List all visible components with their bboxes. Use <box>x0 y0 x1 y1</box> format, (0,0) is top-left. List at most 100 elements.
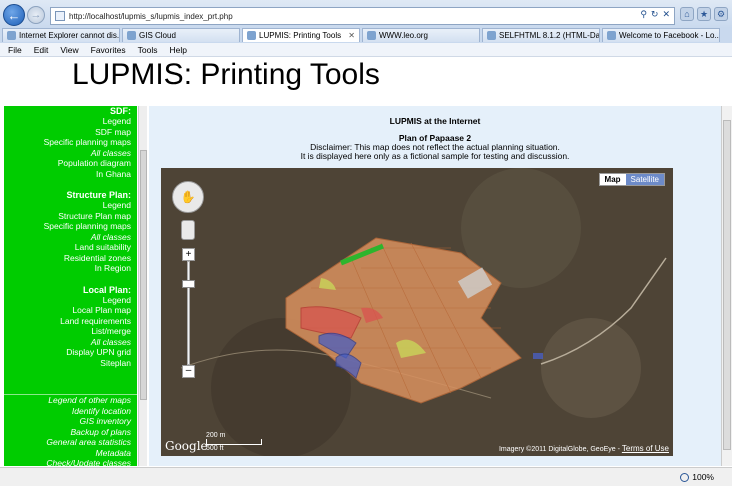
zoom-in-button[interactable]: + <box>182 248 195 261</box>
search-icon[interactable]: ⚲ <box>640 9 647 20</box>
refresh-icon[interactable]: ↻ <box>651 9 659 20</box>
sidebar-scrollbar[interactable] <box>138 106 147 466</box>
sidebar-item-legend-other[interactable]: Legend of other maps <box>4 395 137 406</box>
zoom-slider-track[interactable] <box>187 261 190 365</box>
stop-icon[interactable]: ✕ <box>662 9 670 20</box>
favorites-star-icon[interactable]: ★ <box>697 7 711 21</box>
forward-button[interactable]: → <box>27 6 45 24</box>
tab-favicon-icon <box>127 31 136 40</box>
menu-favorites[interactable]: Favorites <box>91 45 126 55</box>
menu-edit[interactable]: Edit <box>34 45 49 55</box>
url-text: http://localhost/lupmis_s/lupmis_index_p… <box>69 11 233 21</box>
tab-favicon-icon <box>367 31 376 40</box>
sidebar-item-in-region[interactable]: In Region <box>4 263 137 274</box>
sidebar-section-structure: Structure Plan: <box>66 190 131 200</box>
attribution-text: Imagery ©2011 DigitalGlobe, GeoEye - <box>498 446 622 453</box>
terrain-patch <box>541 318 641 418</box>
sidebar-section-sdf: SDF: <box>110 106 131 116</box>
sidebar-item-sdf-legend[interactable]: Legend <box>4 116 137 127</box>
tab-bar: Internet Explorer cannot dis... GIS Clou… <box>0 28 732 43</box>
menu-file[interactable]: File <box>8 45 22 55</box>
sidebar-item-sdf-population[interactable]: Population diagram <box>4 158 137 169</box>
sidebar-item-structure-legend[interactable]: Legend <box>4 200 137 211</box>
sidebar-item-land-suitability[interactable]: Land suitability <box>4 242 137 253</box>
tab-leo[interactable]: WWW.leo.org <box>362 28 480 42</box>
address-bar[interactable]: http://localhost/lupmis_s/lupmis_index_p… <box>50 7 675 25</box>
zoom-slider-thumb[interactable] <box>182 280 195 288</box>
scrollbar-thumb[interactable] <box>723 120 731 450</box>
page-icon <box>55 11 65 21</box>
map-type-satellite-button[interactable]: Satellite <box>625 174 664 185</box>
hand-icon: ✋ <box>180 190 196 204</box>
sidebar-item-sdf-specific-maps[interactable]: Specific planning maps <box>4 137 137 148</box>
google-logo: Google <box>165 439 208 453</box>
sidebar-item-local-map[interactable]: Local Plan map <box>4 305 137 316</box>
home-icon[interactable]: ⌂ <box>680 7 694 21</box>
sidebar: SDF: Legend SDF map Specific planning ma… <box>4 106 137 466</box>
scale-feet: 500 ft <box>206 445 224 452</box>
sidebar-item-residential-zones[interactable]: Residential zones <box>4 253 137 264</box>
terms-of-use-link[interactable]: Terms of Use <box>622 444 669 453</box>
sidebar-item-land-requirements[interactable]: Land requirements <box>4 316 137 327</box>
zoom-level[interactable]: 100% <box>680 472 714 482</box>
tab-favicon-icon <box>487 31 496 40</box>
map-view[interactable]: Map Satellite ✋ + – Google 200 m 500 ft … <box>161 168 673 456</box>
sidebar-item-structure-all-classes[interactable]: All classes <box>4 232 137 243</box>
menu-help[interactable]: Help <box>169 45 186 55</box>
address-tools: ⚲ ↻ ✕ <box>640 9 670 20</box>
zoom-out-button[interactable]: – <box>182 365 195 378</box>
status-bar: 100% <box>0 467 732 486</box>
menu-view[interactable]: View <box>60 45 78 55</box>
sidebar-item-identify-location[interactable]: Identify location <box>4 406 137 417</box>
sidebar-item-structure-map[interactable]: Structure Plan map <box>4 211 137 222</box>
sidebar-section-local: Local Plan: <box>82 284 131 295</box>
menu-bar: File Edit View Favorites Tools Help <box>0 43 732 57</box>
disclaimer-line-2: It is displayed here only as a fictional… <box>300 151 570 161</box>
tab-lupmis[interactable]: LUPMIS: Printing Tools ✕ <box>242 28 360 42</box>
magnifier-icon <box>680 472 690 482</box>
tab-gis-cloud[interactable]: GIS Cloud <box>122 28 240 42</box>
pan-control[interactable]: ✋ <box>172 181 204 213</box>
sidebar-item-local-all-classes[interactable]: All classes <box>4 337 137 348</box>
chrome-icons: ⌂ ★ ⚙ <box>680 7 728 21</box>
gear-icon[interactable]: ⚙ <box>714 7 728 21</box>
sidebar-item-sdf-map[interactable]: SDF map <box>4 127 137 138</box>
map-type-control: Map Satellite <box>598 173 665 186</box>
sidebar-item-sdf-in-ghana[interactable]: In Ghana <box>4 169 137 180</box>
scale-meters: 200 m <box>206 432 226 439</box>
tab-facebook[interactable]: Welcome to Facebook - Lo... <box>602 28 720 42</box>
map-attribution: Imagery ©2011 DigitalGlobe, GeoEye - Ter… <box>499 444 669 453</box>
sidebar-item-check-classes[interactable]: Check/Update classes <box>4 458 137 466</box>
main-content: LUPMIS at the Internet Plan of Papaase 2… <box>149 106 721 466</box>
tab-close-icon[interactable]: ✕ <box>348 31 355 40</box>
map-imagery <box>161 168 673 456</box>
tab-favicon-icon <box>7 31 16 40</box>
sidebar-item-structure-specific-maps[interactable]: Specific planning maps <box>4 221 137 232</box>
browser-nav-bar: ← → http://localhost/lupmis_s/lupmis_ind… <box>0 0 732 28</box>
sidebar-item-metadata[interactable]: Metadata <box>4 448 137 459</box>
sidebar-item-area-statistics[interactable]: General area statistics <box>4 437 137 448</box>
scale-bar: 200 m 500 ft <box>206 432 262 452</box>
back-button[interactable]: ← <box>3 4 25 26</box>
pegman-icon[interactable] <box>181 220 195 240</box>
sidebar-item-local-legend[interactable]: Legend <box>4 295 137 306</box>
sidebar-item-sdf-all-classes[interactable]: All classes <box>4 148 137 159</box>
tab-ie-error[interactable]: Internet Explorer cannot dis... <box>2 28 120 42</box>
blue-marker <box>533 353 543 359</box>
main-scrollbar[interactable] <box>721 106 732 466</box>
sidebar-item-upn-grid[interactable]: Display UPN grid <box>4 347 137 358</box>
sidebar-item-backup[interactable]: Backup of plans <box>4 427 137 438</box>
tab-selfhtml[interactable]: SELFHTML 8.1.2 (HTML-Dat... <box>482 28 600 42</box>
scrollbar-thumb[interactable] <box>140 150 147 400</box>
menu-tools[interactable]: Tools <box>138 45 158 55</box>
sidebar-item-list-merge[interactable]: List/merge <box>4 326 137 337</box>
sidebar-item-siteplan[interactable]: Siteplan <box>4 358 137 369</box>
map-type-map-button[interactable]: Map <box>599 174 626 185</box>
sidebar-item-gis-inventory[interactable]: GIS inventory <box>4 416 137 427</box>
main-heading: LUPMIS at the Internet <box>389 116 481 126</box>
tab-favicon-icon <box>607 31 616 40</box>
